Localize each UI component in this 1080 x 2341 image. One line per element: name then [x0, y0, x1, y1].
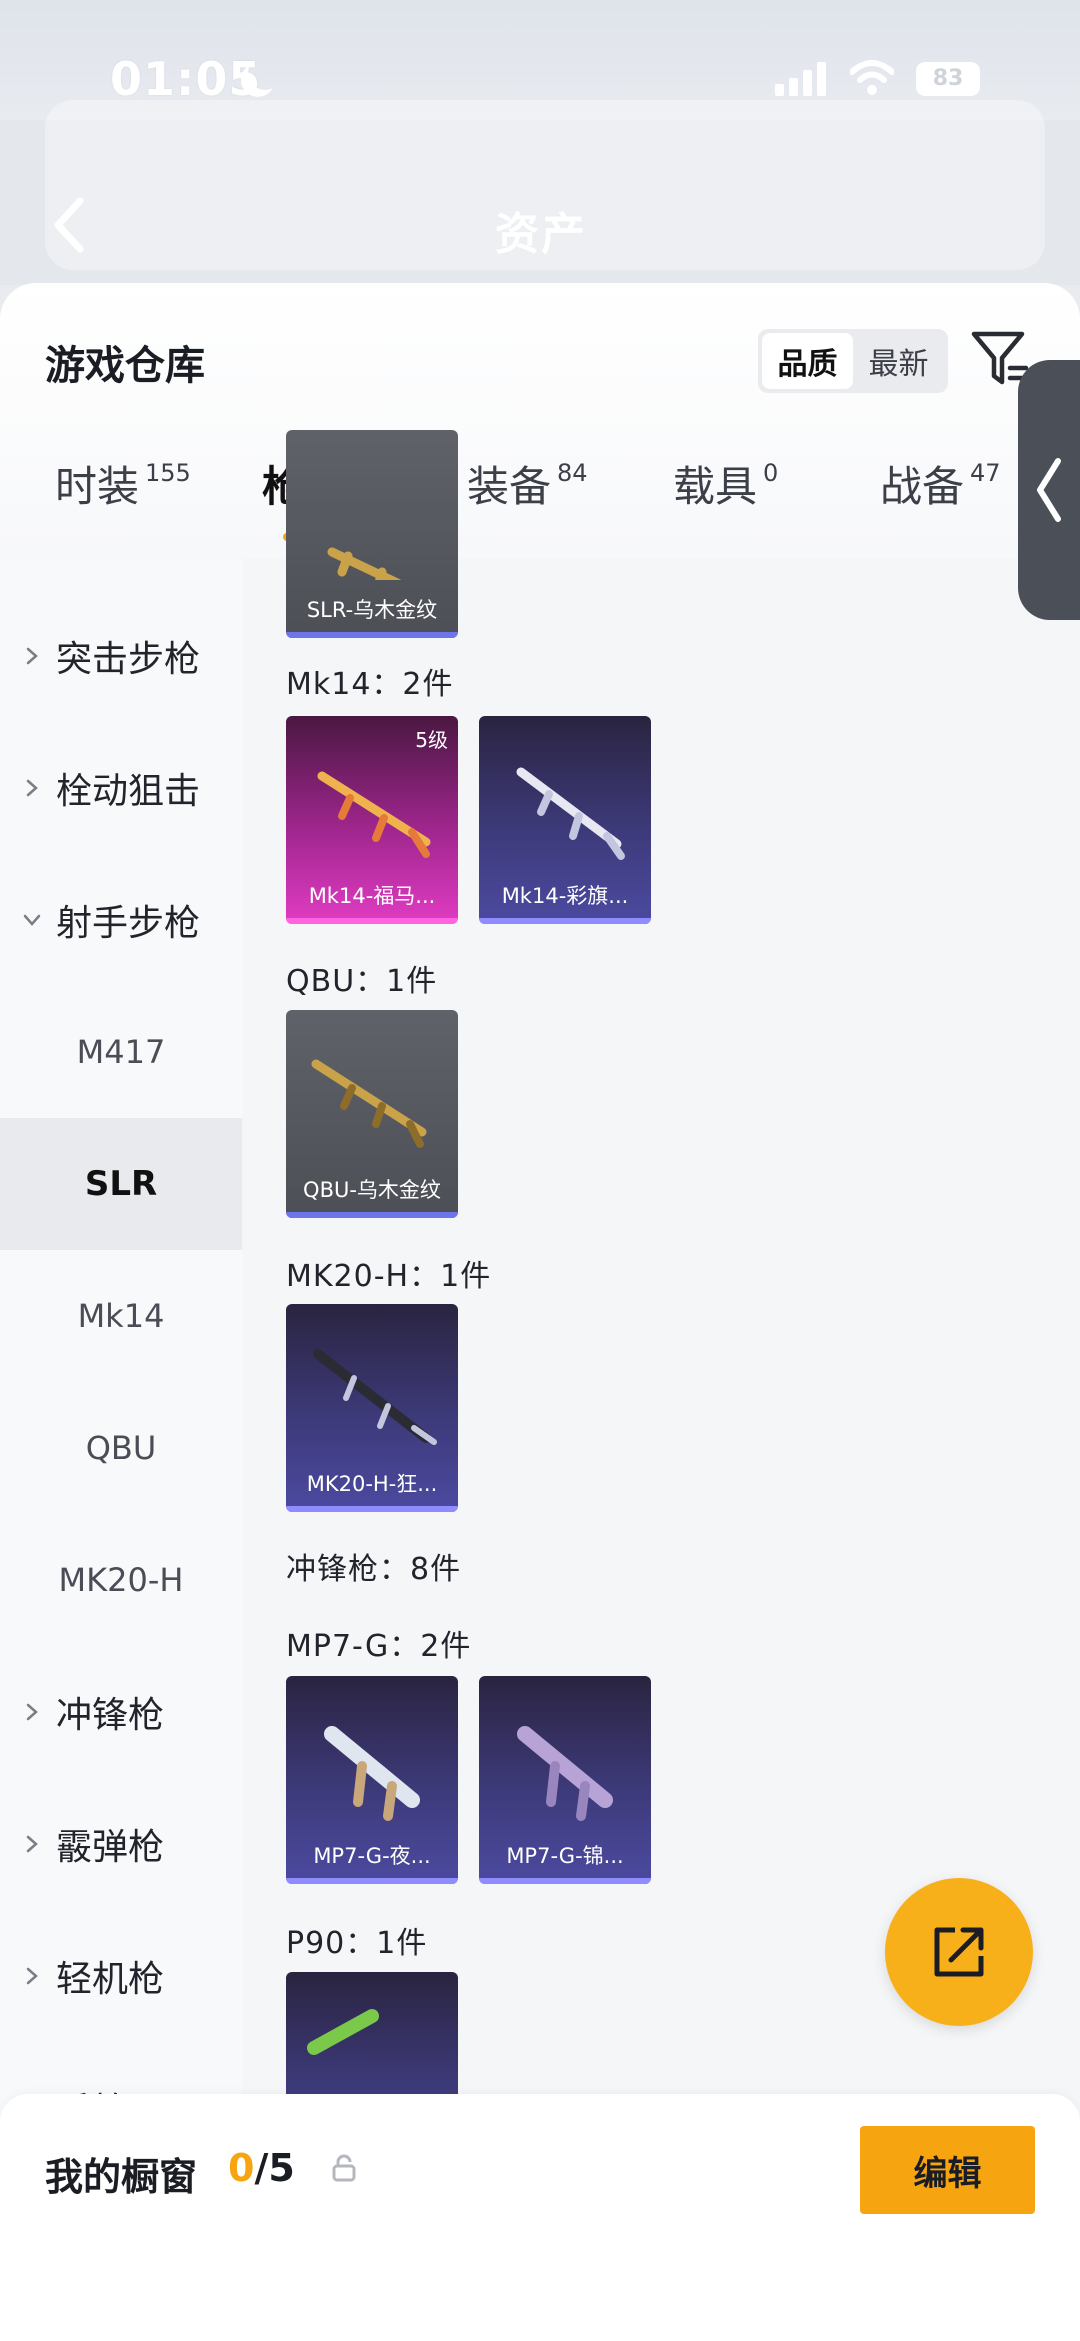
nav-subitem-m417[interactable]: M417	[0, 986, 242, 1118]
tab-count: 155	[145, 459, 191, 487]
sort-toggle: 品质 最新	[758, 329, 948, 393]
warehouse-sheet: 游戏仓库 品质 最新 时装155 枪械52 装备84 载具0 战备47	[0, 283, 1080, 2341]
gun-image	[317, 771, 431, 858]
tab-label: 装备	[467, 462, 552, 511]
faded-header-title: 资产	[495, 209, 587, 260]
item-card-mk14-1[interactable]: 5级 Mk14-福马...	[286, 716, 458, 924]
item-card-mk14-2[interactable]: Mk14-彩旗...	[479, 716, 651, 924]
item-card-mk20h[interactable]: MK20-H-狂...	[286, 1304, 458, 1512]
battery-icon: 83	[916, 62, 980, 96]
gun-image	[324, 1726, 420, 1821]
tab-vehicles[interactable]: 载具 0	[673, 453, 778, 533]
item-name: Mk14-彩旗...	[501, 884, 629, 908]
nav-item-label: 射手步枪	[56, 903, 201, 944]
chevron-right-icon	[26, 647, 38, 665]
item-name: MK20-H-狂...	[306, 1472, 438, 1496]
nav-item-assault-rifle[interactable]: 突击步枪	[0, 590, 242, 722]
sort-option-newest[interactable]: 最新	[853, 333, 944, 389]
chevron-right-icon	[26, 1835, 38, 1853]
tab-fashion[interactable]: 时装 155	[55, 453, 191, 533]
item-grid: SLR-乌木金纹 Mk14：2件 5级 Mk14-福马... Mk14-彩旗..…	[242, 430, 1080, 2341]
nav-item-label: 冲锋枪	[56, 1695, 165, 1736]
nav-subitem-qbu[interactable]: QBU	[0, 1382, 242, 1514]
gun-image	[327, 547, 402, 580]
wifi-icon	[850, 60, 894, 95]
rarity-bar	[479, 918, 651, 924]
item-card-mp7g-2[interactable]: MP7-G-锦...	[479, 1676, 651, 1884]
rarity-bar	[286, 1506, 458, 1512]
showcase-bar: 我的橱窗 0/5 编辑	[0, 2094, 1080, 2341]
rarity-bar	[286, 918, 458, 924]
group-title-mp7g: MP7-G：2件	[286, 1629, 472, 1664]
edit-button[interactable]: 编辑	[860, 2126, 1035, 2214]
gun-image	[313, 1349, 437, 1445]
sheet-title: 游戏仓库	[45, 343, 205, 389]
item-name: MP7-G-夜...	[313, 1844, 431, 1868]
nav-item-label: 轻机枪	[56, 1959, 165, 2000]
item-card-qbu[interactable]: QBU-乌木金纹	[286, 1010, 458, 1218]
lock-icon	[332, 2154, 356, 2182]
signal-icon	[775, 62, 827, 96]
nav-item-label: 栓动狙击	[56, 771, 201, 812]
nav-item-shotgun[interactable]: 霰弹枪	[0, 1778, 242, 1910]
showcase-count: 0/5	[228, 2146, 295, 2190]
item-name: SLR-乌木金纹	[306, 598, 438, 622]
tab-count: 0	[763, 459, 779, 487]
gun-image	[516, 767, 625, 860]
category-nav: 突击步枪 栓动狙击 射手步枪 M417 SLR Mk14 QBU MK20-H …	[0, 558, 242, 2341]
nav-item-marksman-rifle[interactable]: 射手步枪	[0, 854, 242, 986]
chevron-down-icon	[23, 914, 41, 926]
group-title-p90: P90：1件	[286, 1926, 428, 1961]
nav-item-label: 霰弹枪	[56, 1827, 165, 1868]
chevron-right-icon	[26, 779, 38, 797]
item-card-mp7g-1[interactable]: MP7-G-夜...	[286, 1676, 458, 1884]
section-title-smg: 冲锋枪：8件	[286, 1552, 462, 1587]
showcase-label: 我的橱窗	[45, 2155, 198, 2199]
sheet-header: 游戏仓库 品质 最新 时装155 枪械52 装备84 载具0 战备47	[0, 283, 1080, 558]
item-name: QBU-乌木金纹	[303, 1178, 441, 1202]
rarity-bar	[286, 1878, 458, 1884]
tab-supplies[interactable]: 战备 47	[880, 453, 1001, 533]
category-tabs: 时装155 枪械52 装备84 载具0 战备47	[0, 433, 1080, 543]
chevron-right-icon	[26, 1703, 38, 1721]
rarity-bar	[286, 632, 458, 638]
nav-subitem-mk14[interactable]: Mk14	[0, 1250, 242, 1382]
gun-image	[517, 1726, 613, 1821]
rarity-bar	[286, 1212, 458, 1218]
share-icon	[934, 1927, 984, 1977]
group-title-mk20h: MK20-H：1件	[286, 1259, 492, 1294]
chevron-right-icon	[26, 1967, 38, 1985]
showcase-used: 0	[228, 2146, 255, 2190]
nav-item-label: 突击步枪	[56, 639, 201, 680]
rarity-bar	[479, 1878, 651, 1884]
gun-image	[311, 1059, 427, 1148]
tab-count: 84	[557, 459, 588, 487]
tab-label: 时装	[55, 462, 140, 511]
share-button[interactable]	[885, 1878, 1033, 2026]
tab-label: 战备	[880, 462, 965, 511]
sort-option-quality[interactable]: 品质	[762, 333, 853, 389]
group-title-mk14: Mk14：2件	[286, 667, 454, 702]
nav-item-lmg[interactable]: 轻机枪	[0, 1910, 242, 2042]
item-card-slr[interactable]: SLR-乌木金纹	[286, 430, 458, 638]
nav-item-smg[interactable]: 冲锋枪	[0, 1646, 242, 1778]
tab-equipment[interactable]: 装备 84	[467, 453, 588, 533]
status-time: 01:05	[110, 52, 262, 106]
nav-item-bolt-sniper[interactable]: 栓动狙击	[0, 722, 242, 854]
showcase-total: /5	[254, 2146, 295, 2190]
item-name: MP7-G-锦...	[506, 1844, 624, 1868]
collapse-handle-icon	[1037, 458, 1061, 522]
nav-subitem-mk20h[interactable]: MK20-H	[0, 1514, 242, 1646]
tab-label: 载具	[673, 462, 758, 511]
back-icon[interactable]	[48, 195, 88, 255]
collapse-handle[interactable]	[1018, 360, 1080, 620]
nav-subitem-slr[interactable]: SLR	[0, 1118, 242, 1250]
item-name: Mk14-福马...	[308, 884, 436, 908]
group-title-qbu: QBU：1件	[286, 964, 438, 999]
tab-count: 47	[970, 459, 1001, 487]
